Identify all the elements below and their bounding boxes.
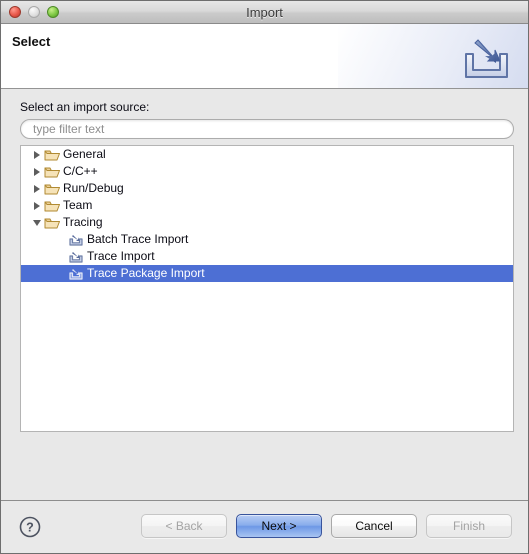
tree-item[interactable]: Trace Import — [21, 248, 513, 265]
tree-item[interactable]: Run/Debug — [21, 180, 513, 197]
title-bar: Import — [1, 1, 528, 24]
minimize-button[interactable] — [28, 6, 40, 18]
tree-item[interactable]: Trace Package Import — [21, 265, 513, 282]
import-source-tree[interactable]: General C/C++ Run/Debug Team Tracing Batch Tr… — [20, 145, 514, 432]
chevron-right-icon[interactable] — [33, 201, 43, 211]
help-button[interactable]: ? — [19, 516, 41, 538]
tree-item[interactable]: General — [21, 146, 513, 163]
chevron-right-icon[interactable] — [33, 150, 43, 160]
tree-item-label: General — [63, 147, 106, 161]
zoom-button[interactable] — [47, 6, 59, 18]
import-icon — [68, 250, 84, 264]
filter-field[interactable] — [20, 119, 514, 139]
tree-item[interactable]: C/C++ — [21, 163, 513, 180]
filter-input[interactable] — [21, 120, 513, 138]
chevron-right-icon[interactable] — [33, 167, 43, 177]
import-icon — [68, 233, 84, 247]
button-bar: ? < Back Next > Cancel Finish — [1, 500, 528, 553]
folder-icon — [44, 182, 60, 196]
tree-item[interactable]: Tracing — [21, 214, 513, 231]
tree-item-label: Batch Trace Import — [87, 232, 189, 246]
next-button[interactable]: Next > — [236, 514, 322, 538]
wizard-buttons: < Back Next > Cancel Finish — [141, 514, 512, 538]
wizard-header: Select — [1, 24, 528, 89]
finish-button[interactable]: Finish — [426, 514, 512, 538]
folder-icon — [44, 199, 60, 213]
dialog-body: Select an import source: General C/C++ Run… — [1, 89, 528, 500]
chevron-right-icon[interactable] — [33, 184, 43, 194]
back-button[interactable]: < Back — [141, 514, 227, 538]
folder-icon — [44, 148, 60, 162]
tree-item[interactable]: Team — [21, 197, 513, 214]
import-source-label: Select an import source: — [20, 100, 150, 114]
folder-icon — [44, 165, 60, 179]
tree-item[interactable]: Batch Trace Import — [21, 231, 513, 248]
tree-item-label: Trace Import — [87, 249, 155, 263]
import-dialog-window: Import Select Select an import source: t… — [0, 0, 529, 554]
tree-item-label: C/C++ — [63, 164, 98, 178]
window-title: Import — [246, 4, 283, 20]
tree-item-label: Trace Package Import — [87, 266, 205, 280]
import-wizard-icon — [459, 32, 514, 84]
close-button[interactable] — [9, 6, 21, 18]
page-title: Select — [12, 34, 51, 49]
chevron-down-icon[interactable] — [33, 218, 43, 228]
tree-item-label: Tracing — [63, 215, 103, 229]
tree-item-label: Team — [63, 198, 93, 212]
cancel-button[interactable]: Cancel — [331, 514, 417, 538]
svg-text:?: ? — [26, 521, 34, 535]
tree-item-label: Run/Debug — [63, 181, 124, 195]
folder-icon — [44, 216, 60, 230]
window-controls — [9, 6, 59, 18]
import-icon — [68, 267, 84, 281]
